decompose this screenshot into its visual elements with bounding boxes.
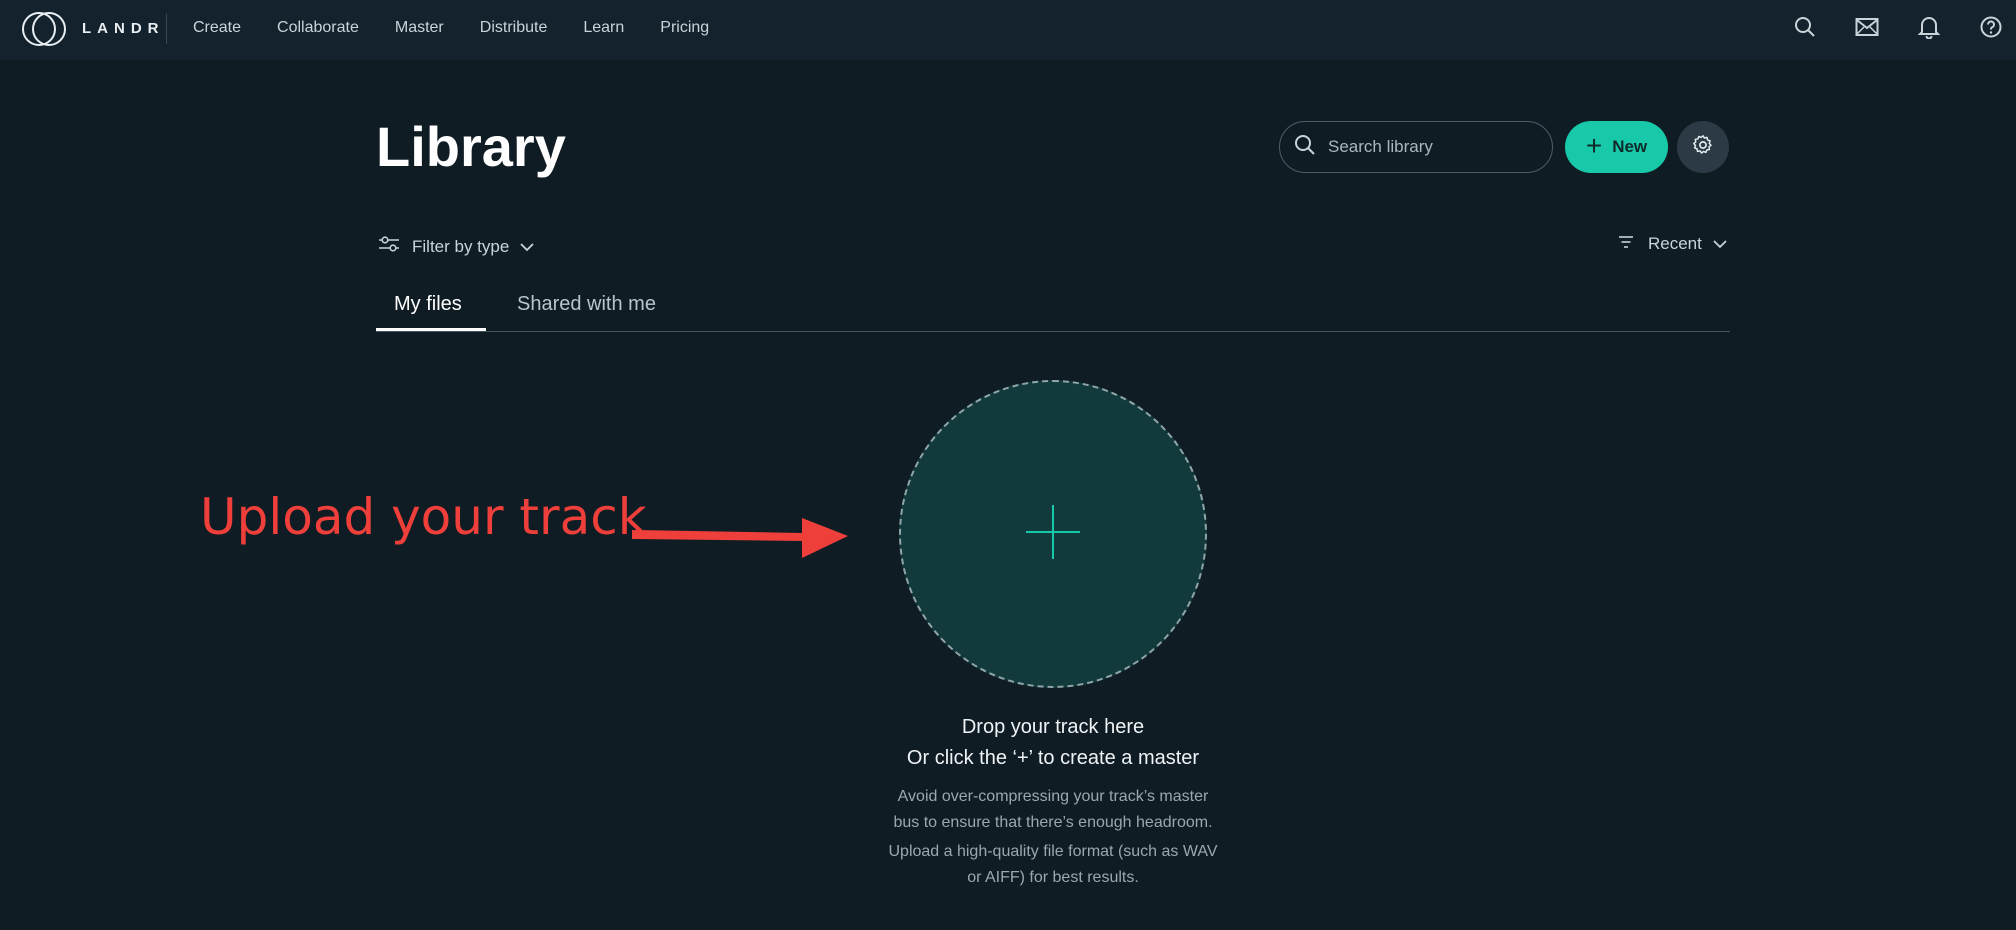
tip-2-line-1: Upload a high-quality file format (such … bbox=[888, 843, 1218, 860]
filter-sliders-icon bbox=[378, 234, 400, 259]
page-title: Library bbox=[376, 115, 566, 178]
bell-icon[interactable] bbox=[1914, 12, 1944, 42]
nav-divider bbox=[166, 14, 167, 44]
search-icon[interactable] bbox=[1790, 12, 1820, 42]
filter-by-type[interactable]: Filter by type bbox=[378, 234, 535, 259]
active-tab-indicator bbox=[376, 328, 486, 331]
top-icons bbox=[1758, 12, 2006, 42]
file-format-tip: Upload a high-quality file format (such … bbox=[808, 839, 1298, 891]
main-nav: Create Collaborate Master Distribute Lea… bbox=[193, 0, 745, 55]
tab-my-files[interactable]: My files bbox=[394, 293, 462, 316]
nav-distribute[interactable]: Distribute bbox=[480, 19, 548, 37]
top-nav-bar: LANDR Create Collaborate Master Distribu… bbox=[0, 0, 2016, 60]
upload-dropzone[interactable] bbox=[899, 380, 1207, 688]
new-button-label: New bbox=[1612, 137, 1648, 156]
sort-label: Recent bbox=[1648, 234, 1702, 253]
tab-shared-with-me[interactable]: Shared with me bbox=[517, 293, 656, 316]
new-button[interactable]: + New bbox=[1565, 121, 1668, 173]
nav-master[interactable]: Master bbox=[395, 19, 444, 37]
dropzone-line-2: Or click the ‘+’ to create a master bbox=[906, 747, 1200, 769]
tip-1-line-2: bus to ensure that there’s enough headro… bbox=[893, 814, 1213, 831]
nav-collaborate[interactable]: Collaborate bbox=[277, 19, 359, 37]
dropzone-instructions: Drop your track here Or click the ‘+’ to… bbox=[808, 712, 1298, 774]
search-input[interactable] bbox=[1328, 137, 1528, 157]
plus-icon: + bbox=[1585, 129, 1603, 161]
sort-lines-icon bbox=[1618, 234, 1634, 254]
logo-text: LANDR bbox=[82, 19, 165, 37]
headroom-tip: Avoid over-compressing your track’s mast… bbox=[808, 784, 1298, 836]
tip-1-line-1: Avoid over-compressing your track’s mast… bbox=[897, 788, 1209, 805]
chevron-down-icon bbox=[519, 237, 535, 257]
library-tabs: My files Shared with me bbox=[376, 290, 1730, 332]
landr-logo[interactable]: LANDR bbox=[22, 8, 165, 48]
mail-icon[interactable] bbox=[1852, 12, 1882, 42]
nav-create[interactable]: Create bbox=[193, 19, 241, 37]
logo-rings-icon bbox=[22, 8, 68, 48]
annotation-arrow-icon bbox=[632, 518, 848, 558]
settings-button[interactable] bbox=[1677, 121, 1729, 173]
nav-pricing[interactable]: Pricing bbox=[660, 19, 709, 37]
tip-2-line-2: or AIFF) for best results. bbox=[967, 869, 1139, 886]
annotation-label: Upload your track bbox=[200, 488, 647, 546]
sort-dropdown[interactable]: Recent bbox=[1618, 234, 1728, 254]
plus-icon bbox=[1026, 504, 1080, 564]
dropzone-line-1: Drop your track here bbox=[961, 716, 1145, 738]
search-icon bbox=[1294, 134, 1316, 161]
gear-icon bbox=[1692, 134, 1714, 161]
help-icon[interactable] bbox=[1976, 12, 2006, 42]
nav-learn[interactable]: Learn bbox=[583, 19, 624, 37]
search-box[interactable] bbox=[1279, 121, 1553, 173]
chevron-down-icon bbox=[1712, 234, 1728, 254]
filter-label: Filter by type bbox=[412, 236, 510, 256]
